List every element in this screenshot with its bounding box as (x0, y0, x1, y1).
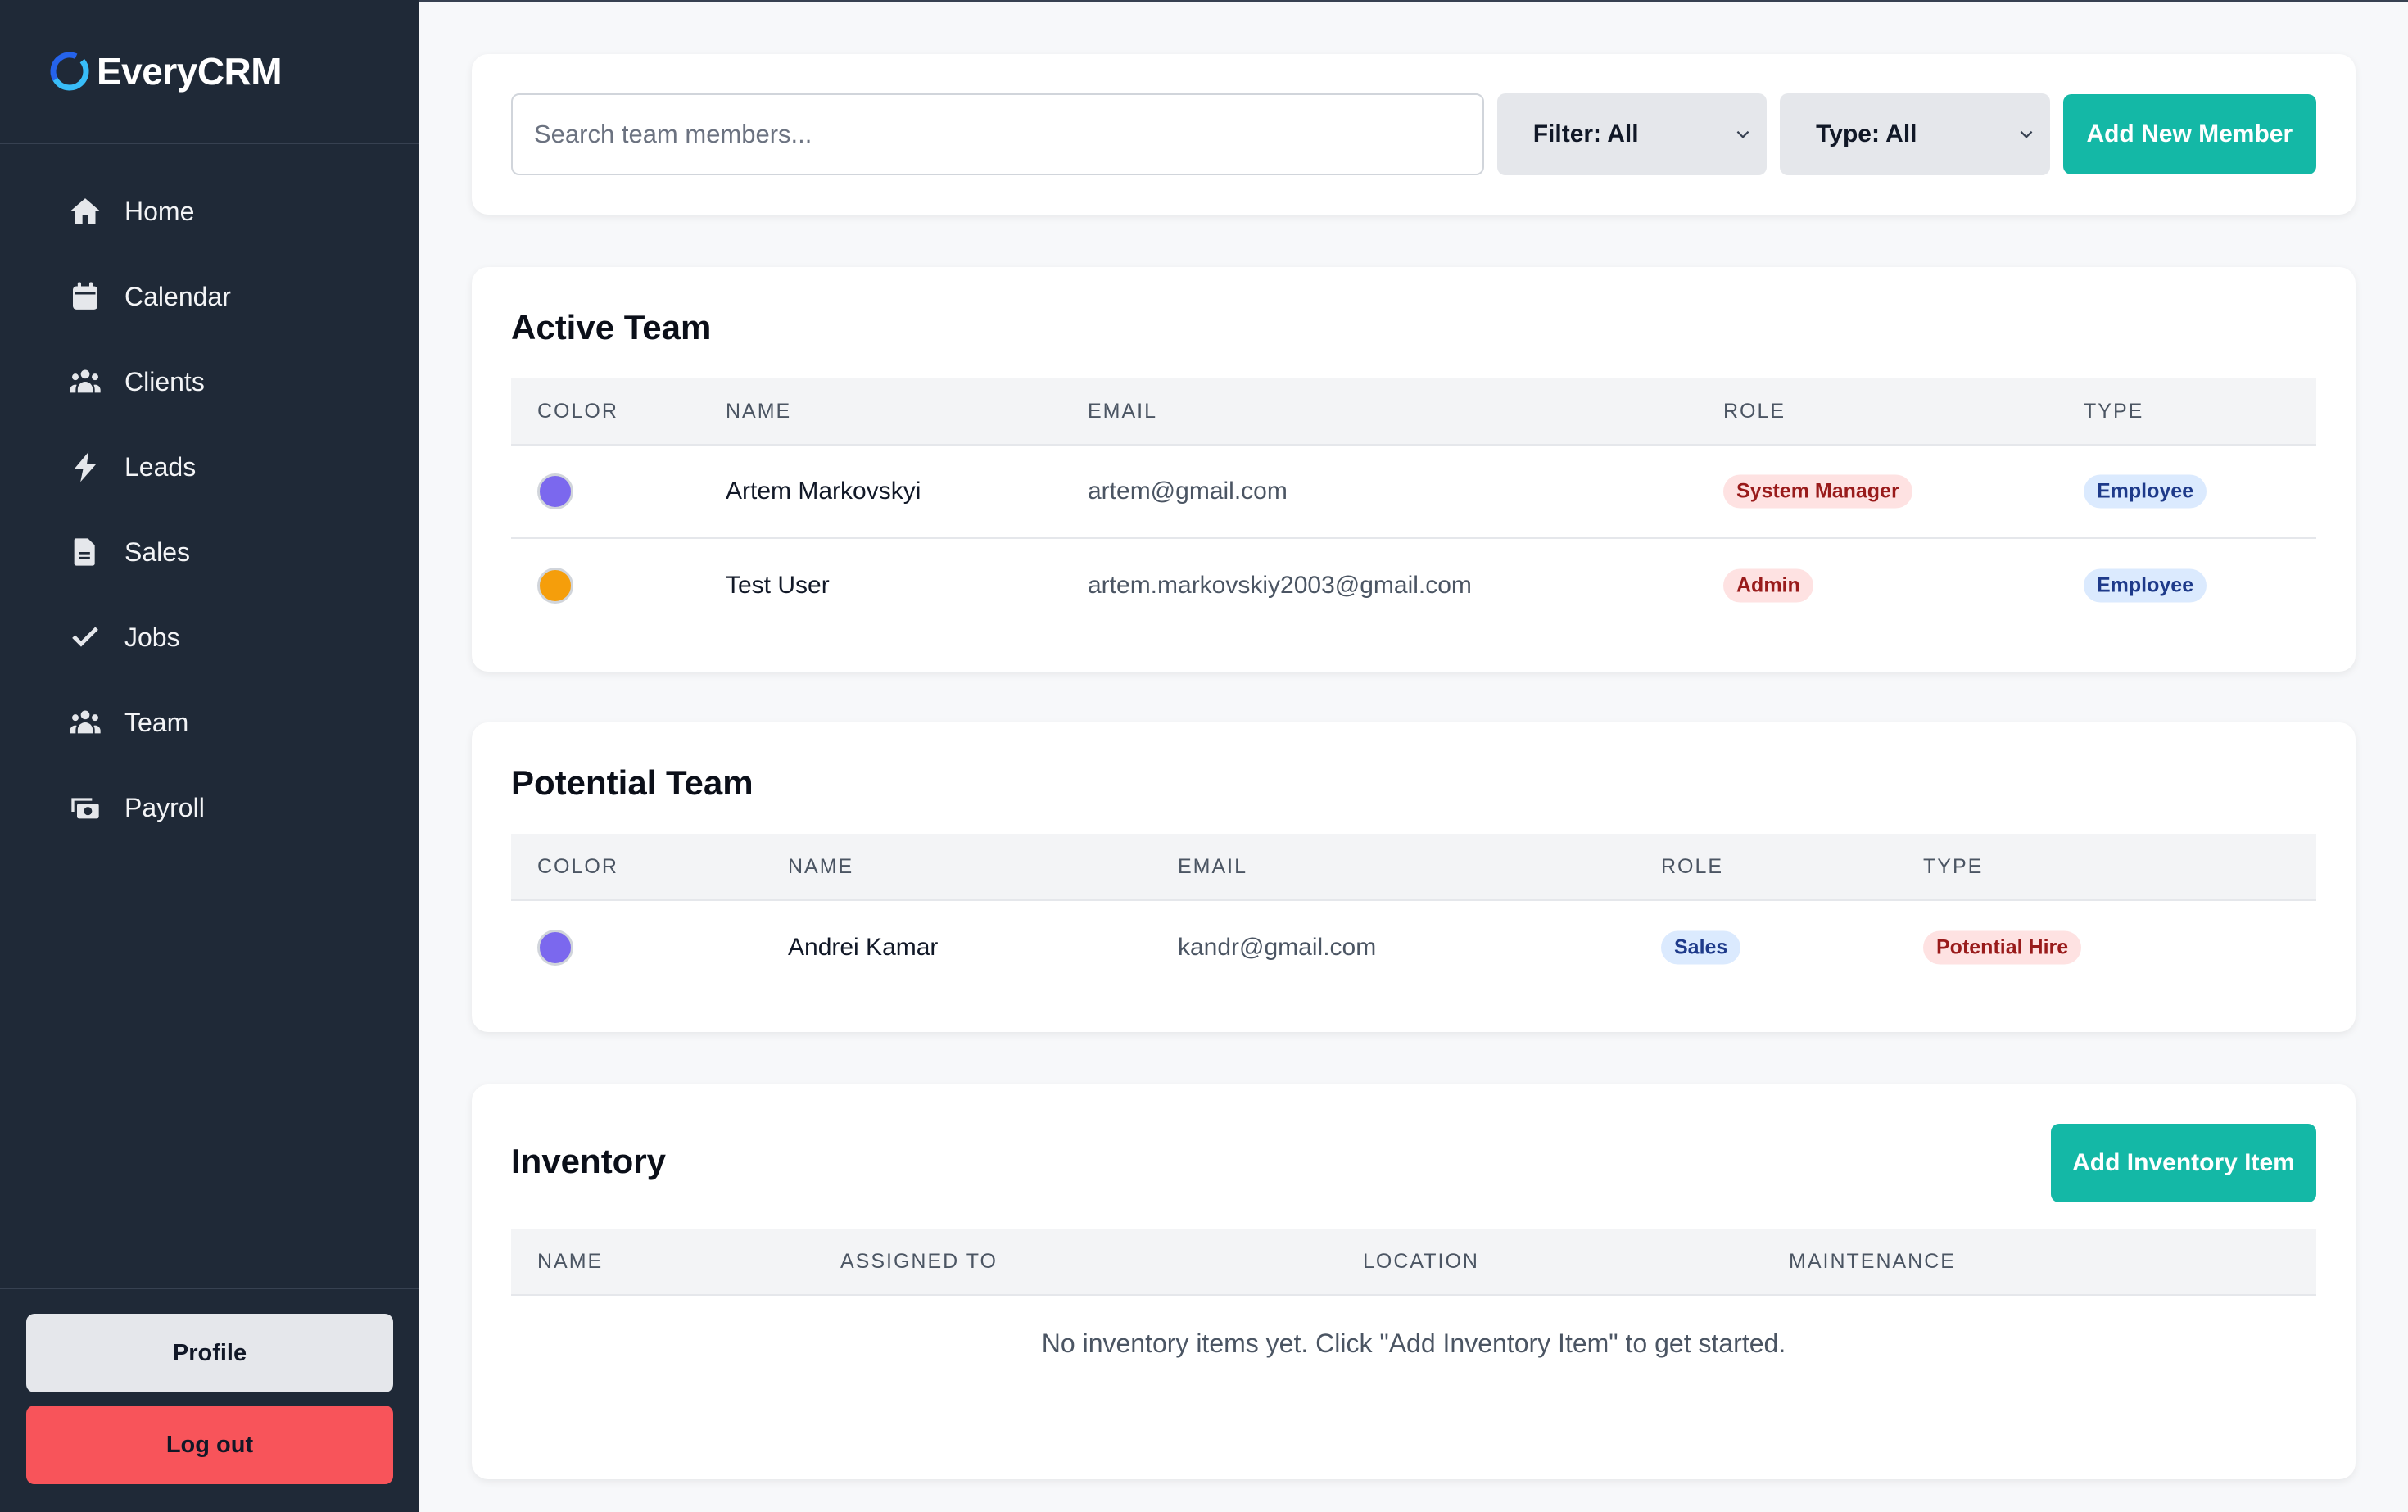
sidebar-item-team[interactable]: Team (0, 680, 419, 765)
role-badge: System Manager (1723, 474, 1912, 509)
type-badge: Employee (2084, 568, 2207, 603)
active-team-card: Active Team COLOR NAME EMAIL ROLE TYPE A… (472, 267, 2356, 672)
sidebar-item-label: Home (124, 196, 195, 226)
potential-team-title: Potential Team (511, 763, 754, 802)
column-header-color: COLOR (537, 854, 618, 878)
table-row[interactable]: Artem Markovskyi artem@gmail.com System … (511, 446, 2316, 539)
filter-select-label: Filter: All (1532, 120, 1639, 147)
column-header-role: ROLE (1661, 854, 1724, 878)
filter-select[interactable]: Filter: All (1496, 93, 1768, 175)
app-name: EveryCRM (97, 50, 283, 93)
sidebar-nav: Home Calendar Clients Leads Sales Jobs T… (0, 144, 419, 850)
home-icon (66, 192, 105, 231)
role-badge: Admin (1723, 568, 1813, 603)
sidebar-footer: Profile Log out (0, 1288, 419, 1512)
sidebar-item-payroll[interactable]: Payroll (0, 765, 419, 850)
member-color-swatch (537, 930, 573, 966)
sidebar-item-jobs[interactable]: Jobs (0, 595, 419, 680)
profile-button[interactable]: Profile (26, 1314, 393, 1392)
column-header-type: TYPE (2084, 399, 2144, 423)
member-color-swatch (537, 568, 573, 604)
sidebar-item-sales[interactable]: Sales (0, 509, 419, 595)
active-team-table: COLOR NAME EMAIL ROLE TYPE Artem Markovs… (511, 378, 2316, 632)
sidebar-item-label: Jobs (124, 622, 180, 652)
chevron-down-icon (2020, 130, 2032, 138)
empty-state-message: No inventory items yet. Click "Add Inven… (1041, 1329, 1786, 1358)
member-color-swatch (537, 473, 573, 509)
potential-team-table: COLOR NAME EMAIL ROLE TYPE Andrei Kamar … (511, 834, 2316, 994)
search-input[interactable] (511, 93, 1484, 175)
column-header-type: TYPE (1923, 854, 1984, 878)
column-header-role: ROLE (1723, 399, 1786, 423)
type-select[interactable]: Type: All (1780, 93, 2050, 175)
add-inventory-item-button[interactable]: Add Inventory Item (2051, 1124, 2316, 1202)
column-header-location: LOCATION (1363, 1249, 1479, 1273)
type-badge: Potential Hire (1923, 930, 2082, 965)
table-header: COLOR NAME EMAIL ROLE TYPE (511, 378, 2316, 446)
sidebar-item-clients[interactable]: Clients (0, 339, 419, 424)
sidebar: EveryCRM Home Calendar Clients Leads Sal… (0, 0, 419, 1512)
chevron-down-icon (1736, 130, 1749, 138)
logout-button[interactable]: Log out (26, 1406, 393, 1484)
sidebar-item-label: Team (124, 707, 189, 737)
column-header-email: EMAIL (1178, 854, 1248, 878)
type-select-label: Type: All (1816, 120, 1917, 147)
main-content: Filter: All Type: All Add New Member Act… (419, 0, 2408, 1512)
add-new-member-button[interactable]: Add New Member (2062, 94, 2316, 174)
sidebar-item-home[interactable]: Home (0, 169, 419, 254)
column-header-name: NAME (726, 399, 792, 423)
column-header-name: NAME (537, 1249, 604, 1273)
member-email: artem@gmail.com (1088, 478, 1288, 505)
team-toolbar: Filter: All Type: All Add New Member (472, 54, 2356, 215)
member-name: Test User (726, 572, 830, 599)
users-icon (66, 362, 105, 401)
sidebar-item-label: Clients (124, 366, 205, 396)
inventory-card: Inventory Add Inventory Item NAME ASSIGN… (472, 1084, 2356, 1479)
table-row[interactable]: Test User artem.markovskiy2003@gmail.com… (511, 539, 2316, 632)
bolt-icon (66, 447, 105, 487)
calendar-icon (66, 277, 105, 316)
member-email: kandr@gmail.com (1178, 934, 1377, 961)
column-header-maintenance: MAINTENANCE (1789, 1249, 1956, 1273)
sidebar-item-calendar[interactable]: Calendar (0, 254, 419, 339)
column-header-name: NAME (788, 854, 854, 878)
users-icon (66, 703, 105, 742)
everycrm-logo-icon (50, 52, 89, 91)
column-header-color: COLOR (537, 399, 618, 423)
role-badge: Sales (1661, 930, 1741, 965)
column-header-assigned-to: ASSIGNED TO (840, 1249, 998, 1273)
member-email: artem.markovskiy2003@gmail.com (1088, 572, 1472, 599)
member-name: Andrei Kamar (788, 934, 939, 961)
table-header: NAME ASSIGNED TO LOCATION MAINTENANCE (511, 1229, 2316, 1296)
active-team-title: Active Team (511, 308, 712, 346)
inventory-table: NAME ASSIGNED TO LOCATION MAINTENANCE No… (511, 1229, 2316, 1358)
inventory-title: Inventory (511, 1142, 667, 1180)
brand[interactable]: EveryCRM (0, 0, 419, 144)
sidebar-item-label: Payroll (124, 792, 205, 822)
sidebar-item-label: Leads (124, 451, 197, 482)
sidebar-item-label: Calendar (124, 281, 231, 311)
sidebar-item-label: Sales (124, 536, 191, 567)
money-icon (66, 788, 105, 827)
table-header: COLOR NAME EMAIL ROLE TYPE (511, 834, 2316, 901)
check-icon (66, 618, 105, 657)
table-row[interactable]: Andrei Kamar kandr@gmail.com Sales Poten… (511, 901, 2316, 994)
column-header-email: EMAIL (1088, 399, 1158, 423)
document-icon (66, 532, 105, 572)
type-badge: Employee (2084, 474, 2207, 509)
sidebar-item-leads[interactable]: Leads (0, 424, 419, 509)
potential-team-card: Potential Team COLOR NAME EMAIL ROLE TYP… (472, 722, 2356, 1032)
member-name: Artem Markovskyi (726, 478, 921, 505)
